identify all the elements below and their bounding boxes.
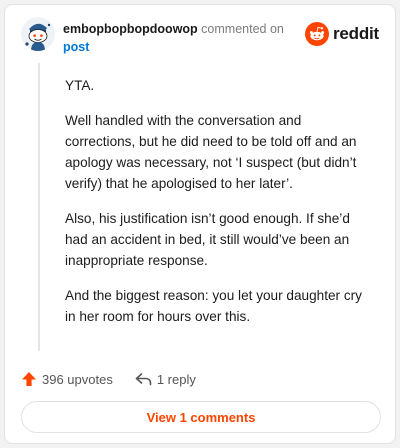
view-comments-button[interactable]: View 1 comments [21,401,381,433]
brand-name: reddit [332,24,379,43]
upvote-arrow-icon [22,372,36,386]
snoo-avatar-icon[interactable] [21,17,55,51]
comment-paragraph: Also, his justification isn’t good enoug… [65,211,350,268]
comment-header: embopbopbopdoowop commented on post redd… [21,17,379,57]
comment-paragraph: YTA. [65,78,95,93]
thread-line [38,63,40,351]
comment-actions: 396 upvotes 1 reply [21,369,218,389]
upvote-button[interactable]: 396 upvotes [21,371,113,387]
username[interactable]: embopbopbopdoowop [63,22,198,36]
comment-paragraph: And the biggest reason: you let your dau… [65,288,362,324]
action-text: commented on [201,22,284,36]
reddit-logo-icon [304,22,329,46]
comment-meta: embopbopbopdoowop commented on post [63,20,303,56]
comment-paragraph: Well handled with the conversation and c… [65,113,357,191]
reddit-brand[interactable]: reddit [304,21,379,47]
reply-arrow-icon [135,373,152,386]
reply-button[interactable]: 1 reply [135,372,196,387]
post-link[interactable]: post [63,40,89,54]
comment-body: YTA. Well handled with the conversation … [65,75,375,341]
upvote-count: 396 upvotes [42,371,113,387]
comment-card: embopbopbopdoowop commented on post redd… [4,4,396,444]
view-comments-label: View 1 comments [146,409,256,425]
reply-count: 1 reply [156,371,196,387]
